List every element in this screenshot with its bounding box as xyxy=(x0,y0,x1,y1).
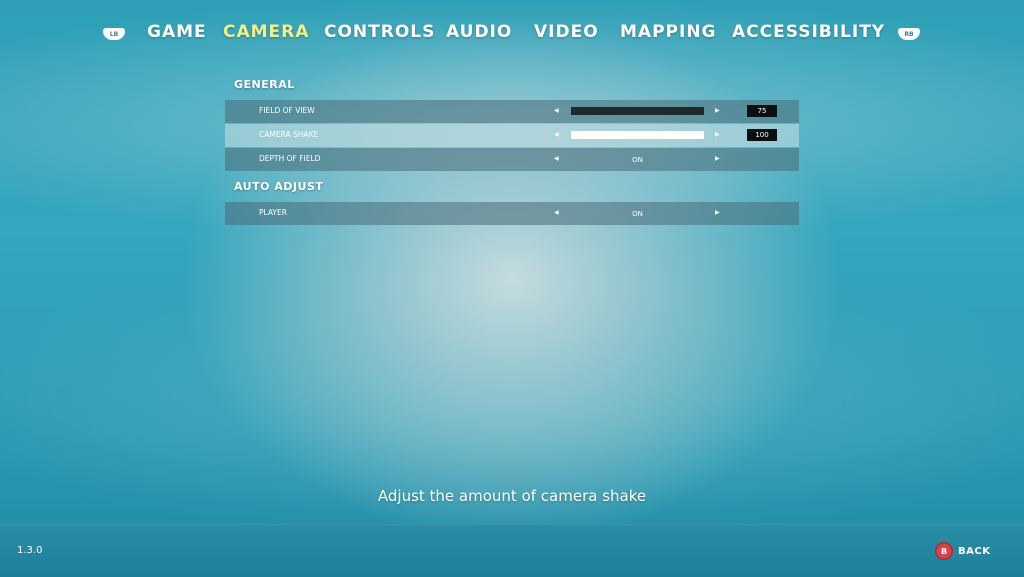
setting-label: DEPTH OF FIELD xyxy=(259,154,321,163)
rb-bumper-icon[interactable]: RB xyxy=(898,28,920,40)
arrow-left-icon[interactable]: ◀ xyxy=(554,202,559,224)
tab-video[interactable]: VIDEO xyxy=(534,20,599,44)
arrow-right-icon[interactable]: ▶ xyxy=(715,202,720,224)
setting-row-depth-of-field[interactable]: DEPTH OF FIELD ◀ ON ▶ xyxy=(225,148,799,171)
setting-label: CAMERA SHAKE xyxy=(259,130,319,139)
arrow-left-icon[interactable]: ◀ xyxy=(554,124,559,146)
back-label: BACK xyxy=(958,545,991,557)
depth-of-field-value: ON xyxy=(632,156,643,164)
setting-row-field-of-view[interactable]: FIELD OF VIEW ◀ ▶ 75 xyxy=(225,100,799,123)
camera-shake-value: 100 xyxy=(747,129,777,141)
arrow-left-icon[interactable]: ◀ xyxy=(554,148,559,170)
b-button-icon: B xyxy=(935,542,953,560)
player-value: ON xyxy=(632,210,643,218)
version-label: 1.3.0 xyxy=(17,545,43,556)
setting-label: FIELD OF VIEW xyxy=(259,106,315,115)
camera-shake-slider[interactable] xyxy=(571,131,704,139)
settings-panel: GENERAL FIELD OF VIEW ◀ ▶ 75 CAMERA SHAK… xyxy=(225,74,799,226)
setting-description: Adjust the amount of camera shake xyxy=(377,487,647,505)
tab-mapping[interactable]: MAPPING xyxy=(620,20,717,44)
section-header-auto-adjust: AUTO ADJUST xyxy=(234,180,324,193)
field-of-view-slider[interactable] xyxy=(571,107,704,115)
setting-row-player[interactable]: PLAYER ◀ ON ▶ xyxy=(225,202,799,225)
arrow-right-icon[interactable]: ▶ xyxy=(715,100,720,122)
tab-camera[interactable]: CAMERA xyxy=(223,20,309,44)
setting-row-camera-shake[interactable]: CAMERA SHAKE ◀ ▶ 100 xyxy=(225,124,799,147)
back-button[interactable]: B BACK xyxy=(935,542,990,560)
tab-controls[interactable]: CONTROLS xyxy=(324,20,435,44)
slider-fill xyxy=(571,131,704,139)
arrow-left-icon[interactable]: ◀ xyxy=(554,100,559,122)
arrow-right-icon[interactable]: ▶ xyxy=(715,148,720,170)
lb-bumper-icon[interactable]: LB xyxy=(103,28,125,40)
tab-game[interactable]: GAME xyxy=(147,20,207,44)
footer-bar: 1.3.0 B BACK xyxy=(0,524,1024,577)
tab-accessibility[interactable]: ACCESSIBILITY xyxy=(732,20,885,44)
top-navigation: LB GAME CAMERA CONTROLS AUDIO VIDEO MAPP… xyxy=(0,18,1024,46)
arrow-right-icon[interactable]: ▶ xyxy=(715,124,720,146)
tab-audio[interactable]: AUDIO xyxy=(446,20,512,44)
setting-label: PLAYER xyxy=(259,208,287,217)
field-of-view-value: 75 xyxy=(747,105,777,117)
section-header-general: GENERAL xyxy=(234,78,295,91)
